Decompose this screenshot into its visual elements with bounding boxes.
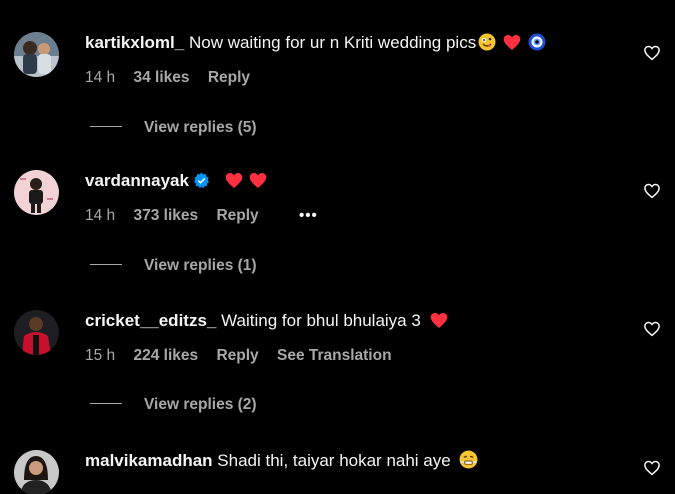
likes-count[interactable]: 34 likes <box>133 69 189 86</box>
comment-text-line: cricket__editzs_ Waiting for bhul bhulai… <box>85 310 448 335</box>
view-replies-button[interactable]: View replies (1) <box>90 256 257 276</box>
reply-button[interactable]: Reply <box>216 347 258 364</box>
comment-body: Waiting for bhul bhulaiya 3 <box>221 311 421 330</box>
replies-divider <box>90 126 122 127</box>
comments-list: kartikxloml_ Now waiting for ur n Kriti … <box>0 0 675 494</box>
avatar[interactable] <box>14 32 59 77</box>
red-heart-emoji <box>225 172 243 195</box>
see-translation-button[interactable]: See Translation <box>277 347 392 364</box>
view-replies-button[interactable]: View replies (2) <box>90 395 257 415</box>
view-replies-label: View replies (5) <box>144 119 257 136</box>
comment-time: 14 h <box>85 69 116 86</box>
like-heart-icon[interactable] <box>643 182 661 200</box>
comment-username[interactable]: malvikamadhan <box>85 451 213 470</box>
view-replies-button[interactable]: View replies (5) <box>90 118 257 138</box>
reply-button[interactable]: Reply <box>208 69 250 86</box>
comment-meta: 14 h 34 likes Reply <box>85 68 264 88</box>
red-heart-emoji <box>430 312 448 335</box>
view-replies-label: View replies (2) <box>144 396 257 413</box>
avatar[interactable] <box>14 170 59 215</box>
comment-time: 15 h <box>85 347 116 364</box>
like-heart-icon[interactable] <box>643 320 661 338</box>
avatar[interactable] <box>14 450 59 494</box>
replies-divider <box>90 264 122 265</box>
replies-divider <box>90 403 122 404</box>
comment-text-line: kartikxloml_ Now waiting for ur n Kriti … <box>85 32 546 57</box>
comment-username[interactable]: vardannayak <box>85 171 189 190</box>
nazar-amulet-emoji <box>528 33 546 57</box>
comment-meta: 15 h 224 likes Reply See Translation <box>85 346 406 366</box>
comment-username[interactable]: kartikxloml_ <box>85 33 184 52</box>
view-replies-label: View replies (1) <box>144 257 257 274</box>
comment-body: Shadi thi, taiyar hokar nahi aye <box>217 451 451 470</box>
comment-body: Now waiting for ur n Kriti wedding pics <box>188 33 477 52</box>
comment-text-line: vardannayak <box>85 170 267 195</box>
verified-badge-icon <box>193 172 210 195</box>
more-options-button[interactable]: ••• <box>299 206 318 226</box>
zany-face-emoji <box>478 33 496 57</box>
avatar[interactable] <box>14 310 59 355</box>
like-heart-icon[interactable] <box>643 44 661 62</box>
face-with-steam-emoji <box>459 450 478 475</box>
reply-button[interactable]: Reply <box>216 207 258 224</box>
likes-count[interactable]: 373 likes <box>133 207 198 224</box>
red-heart-emoji <box>249 172 267 195</box>
likes-count[interactable]: 224 likes <box>133 347 198 364</box>
comment-text-line: malvikamadhan Shadi thi, taiyar hokar na… <box>85 450 478 475</box>
comment-meta: 14 h 373 likes Reply ••• <box>85 206 332 226</box>
red-heart-emoji <box>503 34 521 57</box>
comment-time: 14 h <box>85 207 116 224</box>
comment-username[interactable]: cricket__editzs_ <box>85 311 216 330</box>
like-heart-icon[interactable] <box>643 459 661 477</box>
